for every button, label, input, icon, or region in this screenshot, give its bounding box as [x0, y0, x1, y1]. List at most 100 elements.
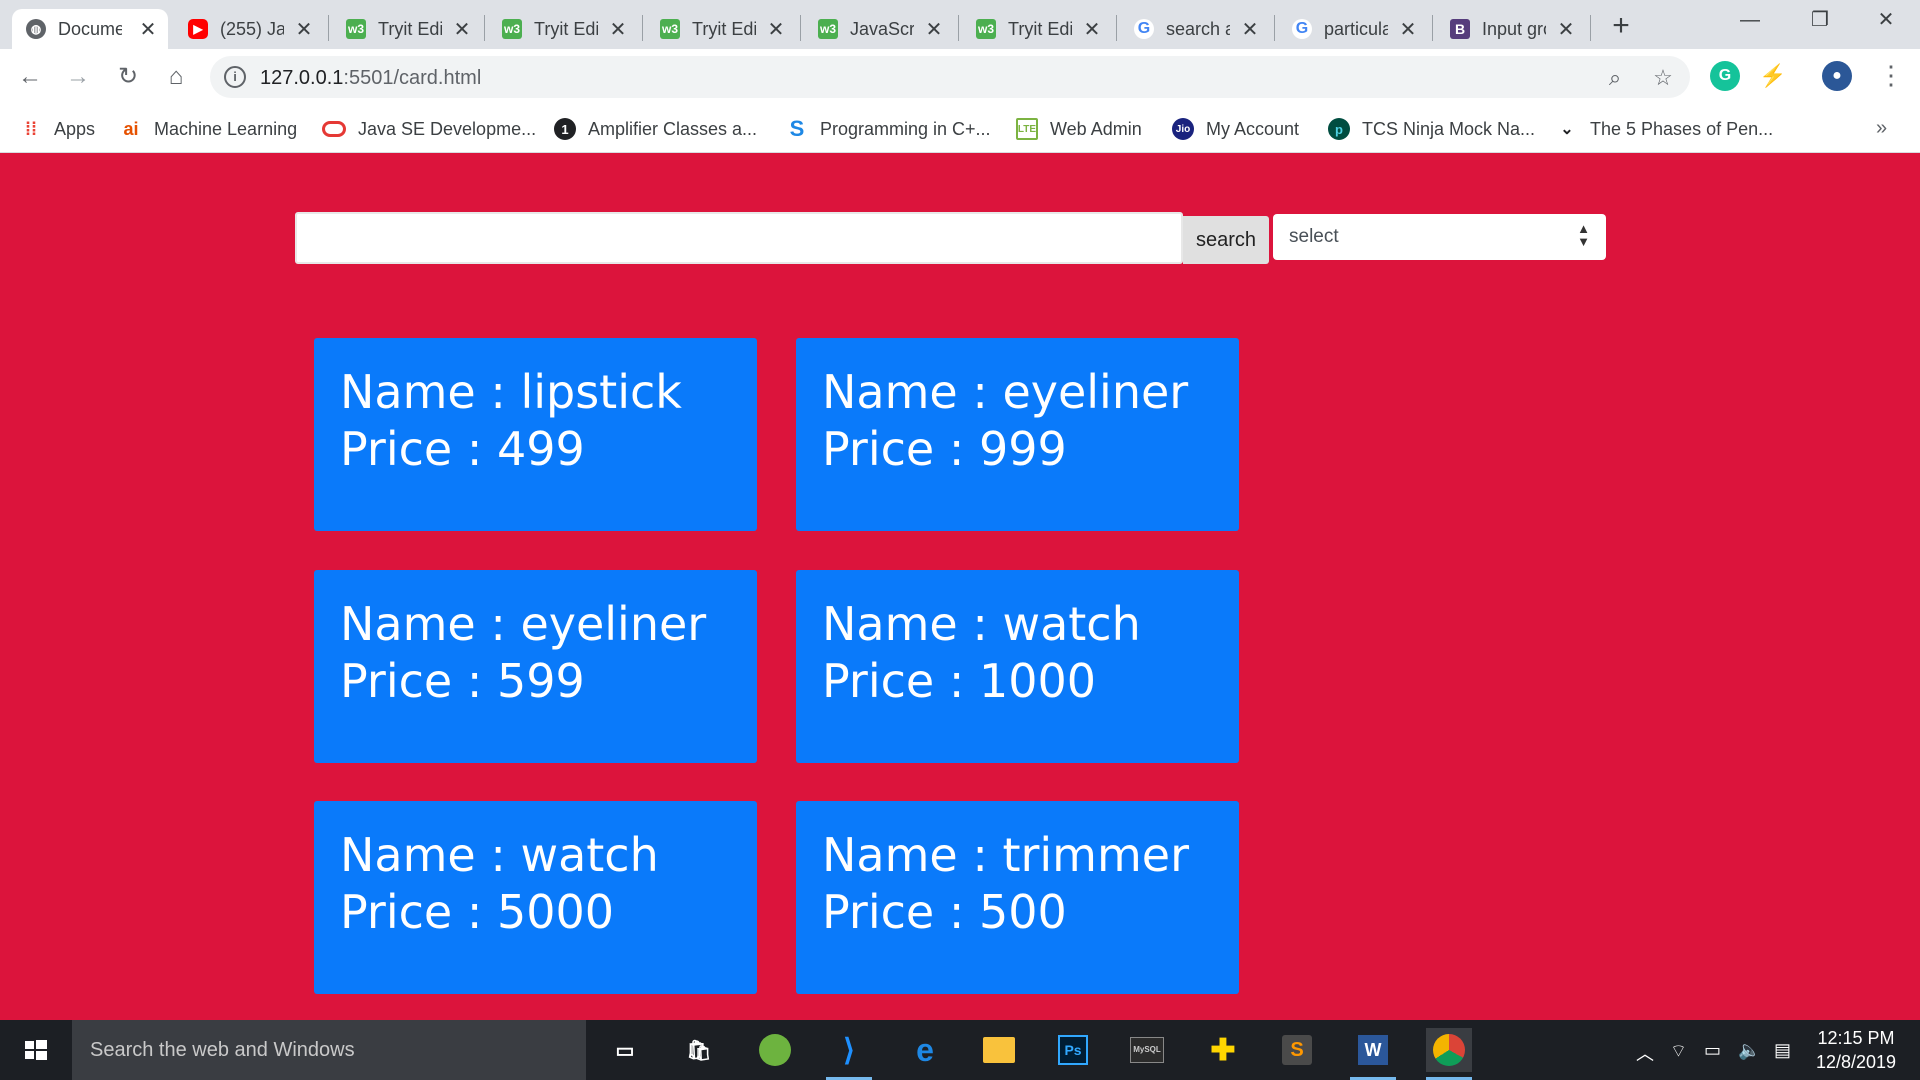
- system-clock[interactable]: 12:15 PM 12/8/2019: [1806, 1026, 1906, 1074]
- close-tab-icon[interactable]: ✕: [1556, 17, 1576, 42]
- tab-separator: [958, 15, 959, 41]
- google-icon: G: [1134, 19, 1154, 39]
- tab-tryit-2[interactable]: w3 Tryit Editor ✕: [488, 9, 638, 49]
- tab-javascript[interactable]: w3 JavaScript ✕: [804, 9, 954, 49]
- tab-tryit-4[interactable]: w3 Tryit Editor ✕: [962, 9, 1112, 49]
- card-name: Name : watch: [340, 828, 659, 882]
- close-window-icon[interactable]: ✕: [1856, 0, 1916, 40]
- tab-bootstrap[interactable]: B Input group ✕: [1436, 9, 1586, 49]
- store-icon[interactable]: 🛍: [676, 1028, 722, 1072]
- youtube-icon: ▶: [188, 19, 208, 39]
- close-tab-icon[interactable]: ✕: [1082, 17, 1102, 42]
- close-tab-icon[interactable]: ✕: [924, 17, 944, 42]
- avatar[interactable]: ●: [1822, 61, 1852, 91]
- close-tab-icon[interactable]: ✕: [608, 17, 628, 42]
- card-name: Name : watch: [822, 597, 1141, 651]
- tab-youtube[interactable]: ▶ (255) Java ✕: [174, 9, 324, 49]
- windows-logo-icon: [25, 1040, 47, 1060]
- card-price: Price : 599: [340, 654, 585, 708]
- bookmark-amplifier[interactable]: 1 Amplifier Classes a...: [554, 117, 757, 141]
- card-price: Price : 5000: [340, 885, 615, 939]
- search-input[interactable]: [295, 212, 1183, 264]
- close-tab-icon[interactable]: ✕: [766, 17, 786, 42]
- close-tab-icon[interactable]: ✕: [1240, 17, 1260, 42]
- vscode-icon[interactable]: ⟩: [826, 1028, 872, 1080]
- taskbar-search-box[interactable]: Search the web and Windows: [72, 1020, 586, 1080]
- menu-dots-icon[interactable]: ⋮: [1878, 61, 1904, 93]
- bookmark-machine-learning[interactable]: ai Machine Learning: [120, 117, 297, 141]
- photoshop-icon[interactable]: Ps: [1050, 1028, 1096, 1072]
- back-arrow-icon[interactable]: ←: [12, 59, 48, 95]
- select-arrows-icon: ▲ ▼: [1577, 221, 1590, 249]
- close-tab-icon[interactable]: ✕: [1398, 17, 1418, 42]
- bird-icon: ⌄: [1560, 121, 1574, 138]
- tab-tryit-3[interactable]: w3 Tryit Editor ✕: [646, 9, 796, 49]
- bookmarks-overflow-icon[interactable]: »: [1876, 117, 1887, 140]
- tray-chevron-icon[interactable]: ︿: [1636, 1040, 1654, 1066]
- bookmark-tcs-ninja[interactable]: p TCS Ninja Mock Na...: [1328, 117, 1535, 141]
- tab-google-particular[interactable]: G particular ✕: [1278, 9, 1428, 49]
- prep-icon: p: [1328, 118, 1350, 140]
- browser-toolbar: ← → ↻ ⌂ i 127.0.0.1:5501/card.html ⌕ ☆ G…: [0, 49, 1920, 105]
- select-value: select: [1289, 226, 1339, 247]
- notification-icon[interactable]: ▤: [1774, 1040, 1791, 1061]
- filter-select[interactable]: select ▲ ▼: [1273, 214, 1606, 260]
- bookmark-web-admin[interactable]: LTE Web Admin: [1016, 117, 1142, 141]
- close-tab-icon[interactable]: ✕: [452, 17, 472, 42]
- globe-icon: ◍: [26, 19, 46, 39]
- file-explorer-icon[interactable]: [976, 1028, 1022, 1072]
- new-tab-button[interactable]: +: [1604, 10, 1638, 44]
- card-price: Price : 500: [822, 885, 1067, 939]
- task-view-icon[interactable]: ▭: [602, 1028, 648, 1072]
- sublime-icon[interactable]: S: [1274, 1028, 1320, 1072]
- card-name: Name : lipstick: [340, 365, 682, 419]
- tab-separator: [642, 15, 643, 41]
- chrome-icon[interactable]: [1426, 1028, 1472, 1080]
- taskbar: Search the web and Windows ▭ 🛍 ⟩ e Ps My…: [0, 1020, 1920, 1080]
- product-card: Name : watch Price : 5000: [314, 801, 757, 994]
- bookmark-java-se[interactable]: Java SE Developme...: [322, 117, 536, 141]
- start-button[interactable]: [0, 1020, 70, 1080]
- bookmark-star-icon[interactable]: ☆: [1650, 65, 1676, 91]
- address-url[interactable]: 127.0.0.1:5501/card.html: [260, 67, 481, 90]
- bookmarks-bar: ⁞⁞ Apps ai Machine Learning Java SE Deve…: [0, 105, 1920, 153]
- home-icon[interactable]: ⌂: [158, 59, 194, 95]
- word-icon[interactable]: W: [1350, 1028, 1396, 1080]
- spring-icon[interactable]: [752, 1028, 798, 1072]
- restore-icon[interactable]: ❐: [1790, 0, 1850, 40]
- volume-icon[interactable]: 🔈: [1738, 1040, 1760, 1061]
- product-card: Name : eyeliner Price : 599: [314, 570, 757, 763]
- tab-separator: [1432, 15, 1433, 41]
- product-card: Name : watch Price : 1000: [796, 570, 1239, 763]
- bookmark-phases-pen[interactable]: ⌄ The 5 Phases of Pen...: [1556, 117, 1773, 141]
- info-icon[interactable]: i: [224, 66, 246, 88]
- minimize-icon[interactable]: —: [1720, 0, 1780, 40]
- mysql-icon[interactable]: MySQL: [1124, 1028, 1170, 1072]
- forward-arrow-icon[interactable]: →: [60, 59, 96, 95]
- reload-icon[interactable]: ↻: [110, 59, 146, 95]
- bookmark-apps[interactable]: ⁞⁞ Apps: [20, 117, 95, 141]
- bookmark-my-account[interactable]: Jio My Account: [1172, 117, 1299, 141]
- lte-icon: LTE: [1016, 118, 1038, 140]
- ai-icon: ai: [123, 118, 139, 139]
- tab-tryit-1[interactable]: w3 Tryit Editor ✕: [332, 9, 482, 49]
- extension-bolt-icon[interactable]: ⚡: [1758, 61, 1788, 91]
- grammarly-icon[interactable]: G: [1710, 61, 1740, 91]
- search-button[interactable]: search: [1183, 216, 1269, 264]
- bootstrap-icon: B: [1450, 19, 1470, 39]
- battery-icon[interactable]: ▭: [1704, 1040, 1721, 1061]
- zoom-icon[interactable]: ⌕: [1602, 65, 1628, 91]
- close-tab-icon[interactable]: ✕: [138, 17, 158, 42]
- bookmark-programming-cpp[interactable]: S Programming in C+...: [786, 116, 991, 141]
- tab-google-search[interactable]: G search a ✕: [1120, 9, 1270, 49]
- app-plus-icon[interactable]: ✚: [1200, 1028, 1246, 1072]
- address-bar[interactable]: i 127.0.0.1:5501/card.html ⌕ ☆: [210, 56, 1690, 98]
- network-icon[interactable]: ⌔: [1670, 1040, 1687, 1063]
- edge-icon[interactable]: e: [902, 1028, 948, 1072]
- card-name: Name : trimmer: [822, 828, 1190, 882]
- oracle-icon: [322, 121, 346, 137]
- tab-document[interactable]: ◍ Document ✕: [12, 9, 168, 49]
- clock-date: 12/8/2019: [1815, 1052, 1897, 1072]
- tab-separator: [1590, 15, 1591, 41]
- close-tab-icon[interactable]: ✕: [294, 17, 314, 42]
